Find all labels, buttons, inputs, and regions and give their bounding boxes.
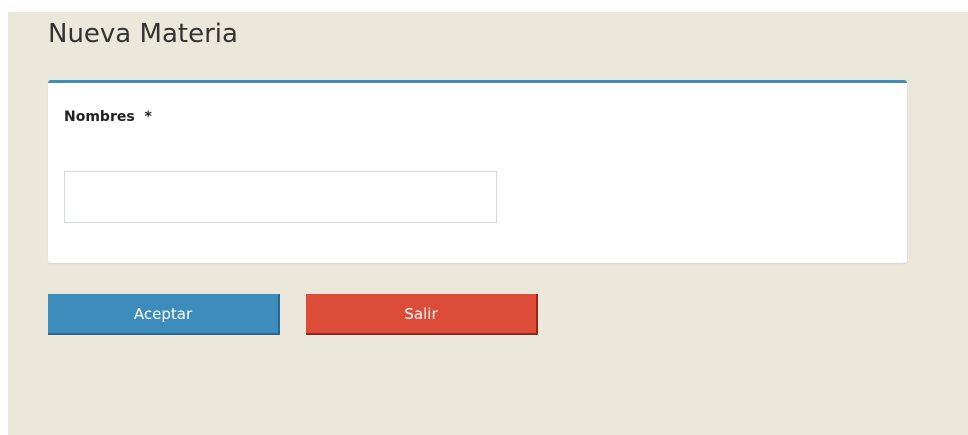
nombres-label-text: Nombres [64,109,135,125]
required-marker: * [144,109,152,125]
nombres-input[interactable] [64,171,497,223]
page-title: Nueva Materia [48,19,238,49]
accept-button[interactable]: Aceptar [48,294,280,335]
form-card: Nombres * [48,80,907,263]
nombres-label: Nombres * [64,109,152,125]
exit-button[interactable]: Salir [306,294,538,335]
